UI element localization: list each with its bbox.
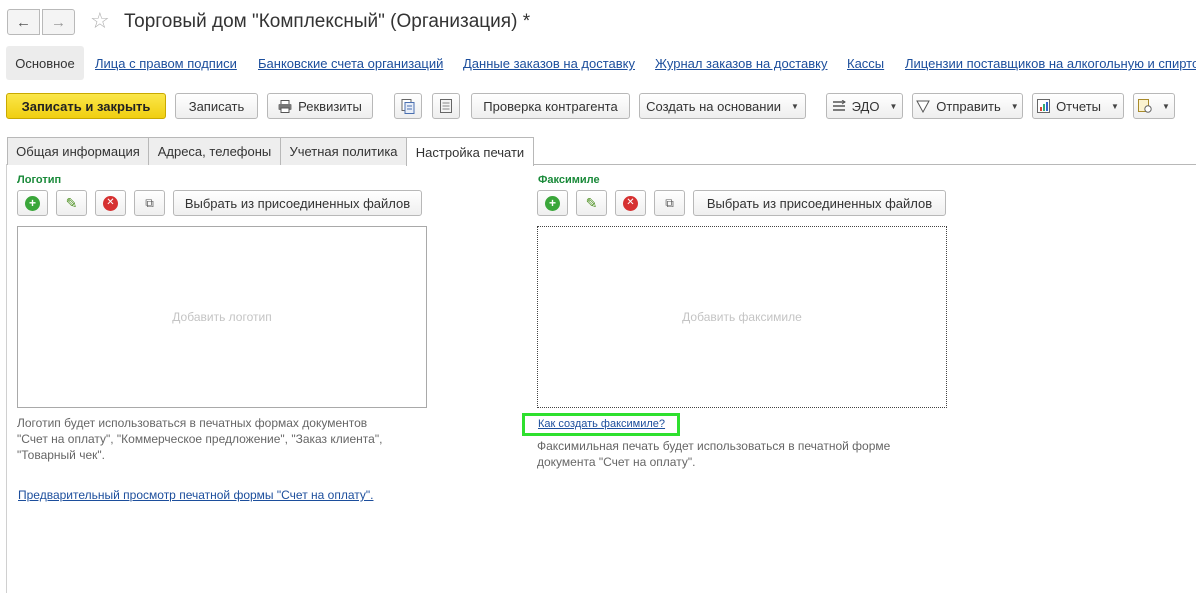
tab-label: Учетная политика xyxy=(289,144,398,159)
save-button[interactable]: Записать xyxy=(175,93,258,119)
back-button[interactable]: ← xyxy=(7,9,40,35)
check-counterparty-button[interactable]: Проверка контрагента xyxy=(471,93,630,119)
pencil-icon: ✎ xyxy=(585,194,598,211)
arrow-left-icon: ← xyxy=(16,13,31,31)
section-main[interactable]: Основное xyxy=(6,46,84,80)
edo-icon xyxy=(832,100,846,111)
add-logo-button[interactable]: + xyxy=(17,190,48,216)
send-button[interactable]: Отправить ▼ xyxy=(912,93,1023,119)
section-link-signers[interactable]: Лица с правом подписи xyxy=(95,56,237,71)
copy-icon: ⧉ xyxy=(665,195,674,210)
arrow-right-icon: → xyxy=(51,13,66,31)
facsimile-note-line: документа "Счет на оплату". xyxy=(537,455,696,469)
section-link-delivery-journal[interactable]: Журнал заказов на доставку xyxy=(655,56,827,71)
section-link-licenses[interactable]: Лицензии поставщиков на алкогольную и сп… xyxy=(905,56,1196,71)
chevron-down-icon: ▼ xyxy=(1111,101,1119,111)
save-label: Записать xyxy=(188,98,245,114)
logo-group-title: Логотип xyxy=(17,174,62,186)
list-icon xyxy=(440,99,452,113)
copy-facsimile-button[interactable]: ⧉ xyxy=(654,190,685,216)
facsimile-note-line: Факсимильная печать будет использоваться… xyxy=(537,439,891,453)
close-icon: ✕ xyxy=(623,195,638,211)
delete-logo-button[interactable]: ✕ xyxy=(95,190,126,216)
chevron-down-icon: ▼ xyxy=(889,101,898,111)
preview-print-form-link[interactable]: Предварительный просмотр печатной формы … xyxy=(18,488,373,502)
tab-print-settings[interactable]: Настройка печати xyxy=(406,137,534,166)
logo-note-line: "Товарный чек". xyxy=(17,448,105,462)
content-left-border xyxy=(6,164,7,593)
tab-addresses-phones[interactable]: Адреса, телефоны xyxy=(148,137,281,165)
save-and-close-button[interactable]: Записать и закрыть xyxy=(6,93,166,119)
plus-icon: + xyxy=(25,195,40,211)
section-link-delivery-data[interactable]: Данные заказов на доставку xyxy=(463,56,635,71)
choose-logo-label: Выбрать из присоединенных файлов xyxy=(184,195,411,211)
logo-placeholder: Добавить логотип xyxy=(172,310,272,324)
reports-label: Отчеты xyxy=(1056,98,1101,114)
reports-button[interactable]: Отчеты ▼ xyxy=(1032,93,1124,119)
forward-button[interactable]: → xyxy=(42,9,75,35)
choose-logo-from-files-button[interactable]: Выбрать из присоединенных файлов xyxy=(173,190,422,216)
document-structure-button[interactable] xyxy=(394,93,422,119)
check-counterparty-label: Проверка контрагента xyxy=(483,98,618,114)
send-label: Отправить xyxy=(936,98,1001,114)
document-structure-icon xyxy=(401,98,415,114)
document-settings-icon xyxy=(1138,99,1152,113)
page-title: Торговый дом "Комплексный" (Организация)… xyxy=(124,11,531,32)
edit-facsimile-button[interactable]: ✎ xyxy=(576,190,607,216)
section-link-cash-desks[interactable]: Кассы xyxy=(847,56,884,71)
tab-accounting-policy[interactable]: Учетная политика xyxy=(280,137,407,165)
facsimile-group-title: Факсимиле xyxy=(538,174,600,186)
chevron-down-icon: ▼ xyxy=(1010,101,1019,111)
choose-facsimile-from-files-button[interactable]: Выбрать из присоединенных файлов xyxy=(693,190,946,216)
edit-logo-button[interactable]: ✎ xyxy=(56,190,87,216)
chevron-down-icon: ▼ xyxy=(1162,101,1170,111)
create-based-on-button[interactable]: Создать на основании ▼ xyxy=(639,93,806,119)
choose-facsimile-label: Выбрать из присоединенных файлов xyxy=(706,195,933,211)
chevron-down-icon: ▼ xyxy=(790,101,799,111)
plus-icon: + xyxy=(545,195,560,211)
reports-icon xyxy=(1037,99,1051,113)
logo-note: Логотип будет использоваться в печатных … xyxy=(17,415,382,463)
printer-icon xyxy=(278,99,292,113)
tab-general-info[interactable]: Общая информация xyxy=(7,137,149,165)
logo-note-line: Логотип будет использоваться в печатных … xyxy=(17,416,368,430)
favorite-star-icon[interactable]: ☆ xyxy=(90,8,110,34)
requisites-label: Реквизиты xyxy=(298,98,362,114)
facsimile-image-area[interactable]: Добавить факсимиле xyxy=(537,226,947,408)
more-actions-button[interactable]: ▼ xyxy=(1133,93,1175,119)
logo-note-line: "Счет на оплату", "Коммерческое предложе… xyxy=(17,432,383,446)
delete-facsimile-button[interactable]: ✕ xyxy=(615,190,646,216)
how-to-create-facsimile-link[interactable]: Как создать факсимиле? xyxy=(538,418,665,430)
facsimile-note: Факсимильная печать будет использоваться… xyxy=(537,438,890,470)
create-based-on-label: Создать на основании xyxy=(646,98,781,114)
copy-icon: ⧉ xyxy=(145,195,154,210)
tab-label: Общая информация xyxy=(16,144,140,159)
edo-button[interactable]: ЭДО ▼ xyxy=(826,93,903,119)
tab-label: Адреса, телефоны xyxy=(157,144,272,159)
edo-label: ЭДО xyxy=(851,98,880,114)
section-link-bank-accounts[interactable]: Банковские счета организаций xyxy=(258,56,443,71)
list-button[interactable] xyxy=(432,93,460,119)
close-icon: ✕ xyxy=(103,195,118,211)
tab-label: Настройка печати xyxy=(415,144,525,160)
facsimile-placeholder: Добавить факсимиле xyxy=(682,310,802,324)
copy-logo-button[interactable]: ⧉ xyxy=(134,190,165,216)
requisites-button[interactable]: Реквизиты xyxy=(267,93,373,119)
add-facsimile-button[interactable]: + xyxy=(537,190,568,216)
send-icon xyxy=(916,100,931,113)
pencil-icon: ✎ xyxy=(65,194,78,211)
save-and-close-label: Записать и закрыть xyxy=(21,98,151,114)
logo-image-area[interactable]: Добавить логотип xyxy=(17,226,427,408)
